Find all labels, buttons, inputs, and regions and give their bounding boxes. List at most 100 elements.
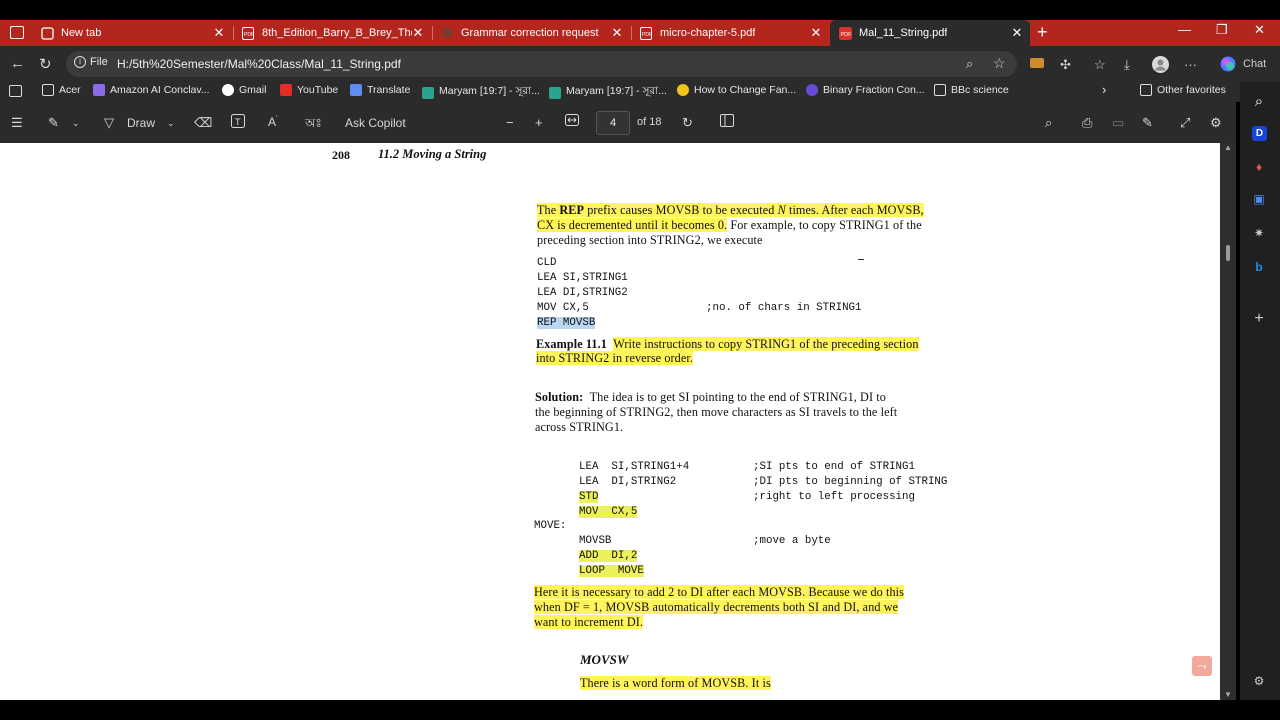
code-line: CLD (537, 257, 557, 269)
scroll-down-icon[interactable]: ▼ (1224, 690, 1232, 699)
address-bar[interactable]: i File H:/5th%20Semester/Mal%20Class/Mal_… (66, 51, 1017, 77)
sidebar-settings-icon[interactable]: ⚙ (1250, 672, 1268, 690)
chevron-down-icon[interactable]: ⌄ (167, 118, 175, 129)
translate-icon[interactable]: অঃ (305, 115, 322, 135)
fit-page-icon[interactable] (565, 114, 579, 129)
sidebar-toggle-icon[interactable] (9, 85, 22, 97)
svg-text:PDF: PDF (642, 32, 652, 38)
new-tab-button[interactable]: + (1037, 22, 1048, 43)
folder-icon (42, 84, 54, 96)
site-info-button[interactable]: i File (74, 56, 108, 68)
games-icon[interactable]: ♦ (1250, 158, 1268, 176)
url-text[interactable]: H:/5th%20Semester/Mal%20Class/Mal_11_Str… (117, 57, 401, 71)
pdf-viewer[interactable]: 208 11.2 Moving a String The REP prefix … (0, 143, 1236, 700)
bookmark-maryam-2[interactable]: Maryam [19:7] - সূরা... (549, 84, 667, 101)
selected-code-line[interactable]: REP MOVSB (537, 317, 596, 329)
chevron-right-icon[interactable]: › (1102, 82, 1106, 97)
bookmark-bbc[interactable]: BBc science (934, 84, 1009, 96)
code-operand: CX,5 (611, 506, 638, 518)
bookmark-youtube[interactable]: YouTube (280, 84, 338, 96)
chatgpt-icon (440, 26, 454, 40)
scroll-thumb[interactable] (1226, 245, 1230, 261)
save-as-icon[interactable]: ✎ (1142, 115, 1153, 131)
bookmark-other-favorites[interactable]: Other favorites (1140, 84, 1226, 96)
highlight-icon[interactable]: ✎ (48, 115, 59, 131)
search-icon[interactable]: ⌕ (1045, 115, 1052, 131)
workspaces-icon[interactable] (10, 26, 24, 39)
close-icon[interactable]: ✕ (809, 25, 823, 41)
bookmark-gmail[interactable]: Gmail (222, 84, 266, 96)
code-line: LEA SI,STRING1 (537, 272, 628, 284)
tab-new-tab[interactable]: New tab ✕ (32, 20, 232, 46)
search-icon[interactable]: ⌕ (1250, 92, 1268, 110)
favorite-star-icon[interactable]: ☆ (993, 55, 1006, 72)
copilot-icon[interactable] (1220, 56, 1236, 75)
print-icon[interactable]: ⎙ (1082, 115, 1092, 131)
copilot-chat-label[interactable]: Chat (1243, 58, 1266, 70)
wallet-icon[interactable] (1030, 56, 1044, 72)
settings-gear-icon[interactable]: ⚙ (1210, 115, 1222, 131)
app-d-icon[interactable]: D (1252, 126, 1267, 141)
minimize-icon[interactable]: — (1178, 22, 1191, 37)
tab-grammar[interactable]: Grammar correction request ✕ (432, 20, 630, 46)
bookmark-label: Other favorites (1157, 84, 1226, 96)
read-aloud-icon[interactable]: Aʼ (268, 115, 278, 129)
close-icon[interactable]: ✕ (212, 25, 226, 41)
save-icon[interactable]: ▭ (1112, 115, 1124, 131)
eraser-icon[interactable]: ⌫ (194, 115, 212, 131)
scroll-up-icon[interactable]: ▲ (1224, 143, 1232, 152)
restore-icon[interactable]: ❐ (1216, 22, 1228, 38)
contents-icon[interactable]: ☰ (11, 115, 23, 131)
draw-icon[interactable]: ▽ (104, 115, 114, 131)
ask-copilot-button[interactable]: Ask Copilot (345, 116, 406, 130)
bookmark-maryam-1[interactable]: Maryam [19:7] - সূরা... (422, 84, 540, 101)
tools-icon[interactable]: ✷ (1250, 224, 1268, 242)
rotate-icon[interactable]: ↻ (682, 115, 693, 131)
zoom-in-icon[interactable]: + (535, 115, 543, 130)
text-box-icon[interactable]: T (231, 114, 245, 131)
bing-icon[interactable]: b (1250, 258, 1268, 276)
fullscreen-icon[interactable]: ⤢ (1180, 115, 1190, 131)
draw-button[interactable]: Draw (127, 116, 155, 130)
tab-micro-chapter[interactable]: PDF micro-chapter-5.pdf ✕ (631, 20, 829, 46)
add-icon[interactable]: + (1250, 310, 1268, 328)
tab-brey-pdf[interactable]: PDF 8th_Edition_Barry_B_Brey_The_Inte ✕ (233, 20, 431, 46)
edge-sidebar: ⌕ D ♦ ▣ ✷ b + ⚙ (1240, 82, 1280, 702)
zoom-out-icon[interactable]: − (506, 115, 514, 130)
bookmark-acer[interactable]: Acer (42, 84, 81, 96)
close-icon[interactable]: ✕ (1010, 25, 1024, 41)
code-comment: ;SI pts to end of STRING1 (753, 461, 915, 473)
back-icon[interactable]: ← (10, 55, 25, 72)
close-icon[interactable]: ✕ (610, 25, 624, 41)
pdf-page[interactable]: 208 11.2 Moving a String The REP prefix … (234, 143, 1220, 700)
bookmark-label: Amazon AI Conclav... (110, 84, 210, 96)
code-operand: DI,STRING2 (611, 476, 677, 488)
translator-icon[interactable]: ▣ (1250, 190, 1268, 208)
close-icon[interactable]: ✕ (411, 25, 425, 41)
bookmark-binary[interactable]: Binary Fraction Con... (806, 84, 925, 96)
downloads-icon[interactable]: ⤓ (1124, 57, 1130, 73)
favorites-icon[interactable]: ☆ (1094, 57, 1106, 73)
pdf-toolbar: ☰ ✎ ⌄ ▽ Draw ⌄ ⌫ T Aʼ অঃ Ask Copilot − +… (0, 102, 1236, 143)
refresh-icon[interactable]: ↻ (39, 55, 52, 73)
zoom-icon[interactable]: ⌕ (966, 56, 973, 72)
page-view-icon[interactable] (720, 114, 734, 130)
close-window-icon[interactable]: ✕ (1254, 22, 1265, 38)
bookmark-fan[interactable]: How to Change Fan... (677, 84, 796, 96)
solution-line-3: across STRING1. (535, 420, 624, 434)
vertical-scrollbar[interactable]: ▲ ▼ (1220, 143, 1236, 700)
code-opcode: LEA (579, 461, 599, 473)
bookmark-translate[interactable]: Translate (350, 84, 410, 96)
page-number-input[interactable]: 4 (596, 111, 630, 135)
code-comment: ;move a byte (753, 535, 831, 547)
bookmark-amazon[interactable]: Amazon AI Conclav... (93, 84, 210, 96)
tab-mal-string[interactable]: PDF Mal_11_String.pdf ✕ (830, 20, 1030, 46)
chevron-down-icon[interactable]: ⌄ (72, 118, 80, 129)
code-instruction: ADD DI,2 (579, 550, 638, 562)
more-icon[interactable]: ··· (1184, 57, 1197, 72)
profile-avatar[interactable] (1152, 56, 1169, 76)
code-line: LEA DI,STRING2 (537, 287, 628, 299)
extensions-icon[interactable]: ✣ (1060, 57, 1071, 73)
acrobat-icon[interactable]: ⤳ (1192, 656, 1212, 676)
youtube-icon (280, 84, 292, 96)
